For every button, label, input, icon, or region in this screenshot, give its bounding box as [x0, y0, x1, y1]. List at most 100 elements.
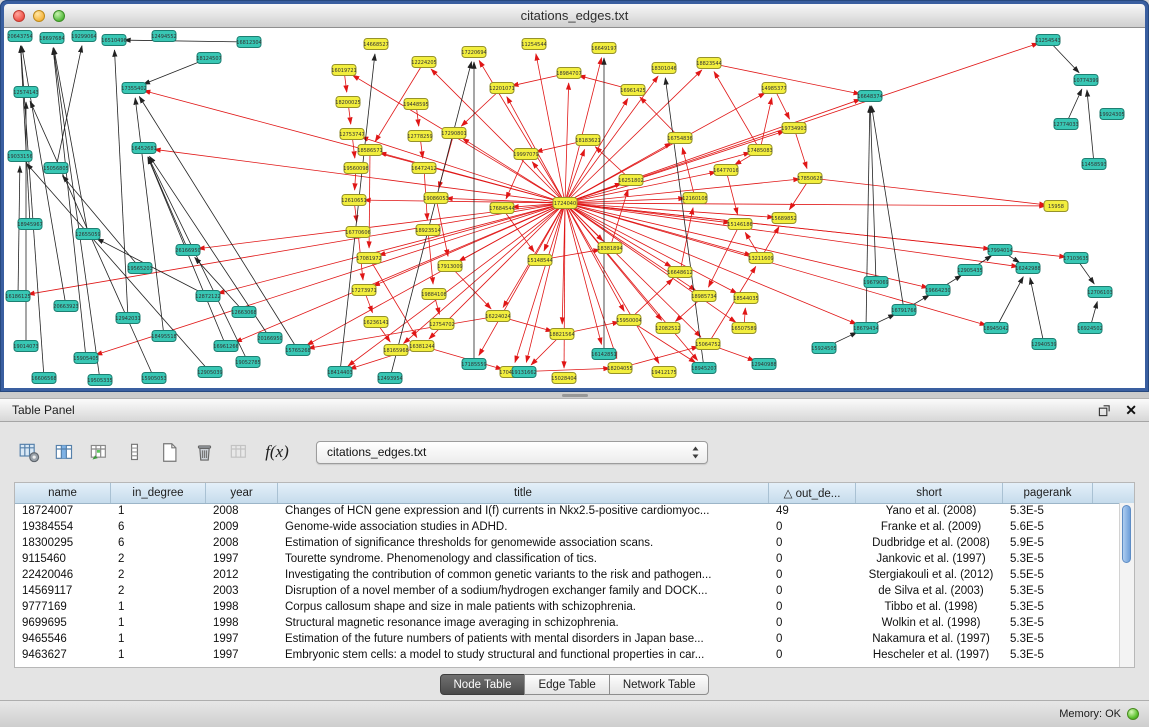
- network-node[interactable]: 26166950: [175, 245, 200, 256]
- network-edge[interactable]: [479, 61, 565, 203]
- edit-table-button[interactable]: [84, 438, 114, 466]
- network-node[interactable]: 17081972: [356, 253, 381, 264]
- network-edge[interactable]: [124, 40, 249, 42]
- network-edge[interactable]: [794, 128, 807, 168]
- network-edge[interactable]: [53, 48, 100, 380]
- network-node[interactable]: 19565203: [127, 263, 152, 274]
- network-node[interactable]: 14668527: [363, 39, 388, 50]
- tab-edge-table[interactable]: Edge Table: [524, 674, 609, 695]
- network-edge[interactable]: [22, 46, 66, 306]
- network-node[interactable]: 16251802: [618, 175, 643, 186]
- network-node[interactable]: 12872122: [195, 291, 220, 302]
- network-edge[interactable]: [565, 58, 602, 203]
- table-scrollbar[interactable]: [1119, 503, 1134, 667]
- network-node[interactable]: 12905039: [197, 367, 222, 378]
- network-node[interactable]: 12610651: [341, 195, 366, 206]
- new-table-button[interactable]: [154, 438, 184, 466]
- network-edge[interactable]: [810, 178, 1046, 205]
- network-node[interactable]: 15148544: [527, 255, 552, 266]
- network-node[interactable]: 18945207: [691, 363, 716, 374]
- network-edge[interactable]: [1030, 278, 1044, 344]
- network-node[interactable]: 17485083: [747, 145, 772, 156]
- network-node[interactable]: 18945967: [17, 219, 42, 230]
- network-node[interactable]: 17185559: [461, 359, 486, 370]
- network-node[interactable]: 11254544: [521, 39, 546, 50]
- network-edge[interactable]: [62, 176, 140, 268]
- network-node[interactable]: 12574143: [13, 87, 38, 98]
- network-node[interactable]: 11458593: [1081, 159, 1106, 170]
- table-row[interactable]: 977716911998Corpus callosum shape and si…: [15, 599, 1120, 615]
- table-row[interactable]: 969969511998Structural magnetic resonanc…: [15, 615, 1120, 631]
- network-node[interactable]: 15950004: [616, 315, 641, 326]
- network-node[interactable]: 17290801: [441, 128, 466, 139]
- network-node[interactable]: 18200025: [335, 97, 360, 108]
- network-node[interactable]: 18984707: [556, 68, 581, 79]
- network-node[interactable]: 18165968: [383, 345, 408, 356]
- network-edge[interactable]: [866, 106, 870, 328]
- tab-node-table[interactable]: Node Table: [440, 674, 526, 695]
- network-edge[interactable]: [565, 153, 750, 203]
- network-edge[interactable]: [532, 162, 565, 203]
- column-header-pagerank[interactable]: pagerank: [1003, 483, 1093, 503]
- network-node[interactable]: 15958: [1044, 201, 1068, 212]
- network-node[interactable]: 16924502: [1077, 323, 1102, 334]
- network-node[interactable]: 12753747: [339, 129, 364, 140]
- network-edge[interactable]: [565, 203, 624, 311]
- network-edge[interactable]: [870, 106, 876, 282]
- network-node[interactable]: 18544035: [733, 293, 758, 304]
- divider-handle-icon[interactable]: [562, 394, 588, 397]
- table-row[interactable]: 946362711997Embryonic stem cells: a mode…: [15, 647, 1120, 663]
- network-node[interactable]: 18381894: [597, 243, 622, 254]
- network-edge[interactable]: [353, 75, 565, 203]
- network-node[interactable]: 15064752: [695, 339, 720, 350]
- float-panel-icon[interactable]: [1098, 404, 1111, 417]
- network-edge[interactable]: [640, 97, 680, 138]
- tab-network-table[interactable]: Network Table: [609, 674, 710, 695]
- network-edge[interactable]: [28, 203, 565, 294]
- network-edge[interactable]: [629, 279, 673, 320]
- network-node[interactable]: 15146186: [727, 219, 752, 230]
- table-row[interactable]: 911546021997Tourette syndrome. Phenomeno…: [15, 551, 1120, 567]
- function-builder-button[interactable]: f(x): [259, 438, 295, 466]
- network-node[interactable]: 19560098: [343, 163, 368, 174]
- network-node[interactable]: 16961266: [213, 341, 238, 352]
- network-node[interactable]: 15689852: [771, 213, 796, 224]
- close-window-button[interactable]: [13, 10, 25, 22]
- network-node[interactable]: 12754702: [429, 319, 454, 330]
- minimize-window-button[interactable]: [33, 10, 45, 22]
- network-node[interactable]: 19997079: [513, 149, 538, 160]
- network-node[interactable]: 19052785: [235, 357, 260, 368]
- network-node[interactable]: 12663068: [231, 307, 256, 318]
- network-node[interactable]: 15905053: [141, 373, 166, 384]
- network-node[interactable]: 12942031: [115, 313, 140, 324]
- network-node[interactable]: 12940539: [1031, 339, 1056, 350]
- network-edge[interactable]: [135, 98, 164, 336]
- network-canvas[interactable]: 1724040162518021818362119997079176845441…: [4, 28, 1145, 388]
- network-edge[interactable]: [348, 203, 565, 366]
- network-node[interactable]: 18945042: [983, 323, 1008, 334]
- network-node[interactable]: 16754836: [667, 133, 692, 144]
- network-node[interactable]: 19505335: [87, 375, 112, 386]
- network-edge[interactable]: [139, 96, 298, 350]
- network-edge[interactable]: [1087, 90, 1094, 164]
- network-node[interactable]: 16606568: [31, 373, 56, 384]
- column-header-in_degree[interactable]: in_degree: [111, 483, 206, 503]
- network-node[interactable]: 16648612: [667, 267, 692, 278]
- network-node[interactable]: 20166950: [257, 333, 282, 344]
- table-select-dropdown[interactable]: citations_edges.txt: [316, 441, 708, 464]
- network-node[interactable]: 16242988: [1015, 263, 1040, 274]
- network-node[interactable]: 18985734: [691, 291, 716, 302]
- network-node[interactable]: 15028404: [551, 373, 576, 384]
- network-node[interactable]: 16224024: [485, 311, 510, 322]
- network-node[interactable]: 19448595: [403, 99, 428, 110]
- network-edge[interactable]: [996, 277, 1023, 328]
- network-node[interactable]: 12201071: [489, 83, 514, 94]
- network-edge[interactable]: [379, 203, 565, 255]
- network-node[interactable]: 18124507: [196, 53, 221, 64]
- network-node[interactable]: 20663923: [53, 301, 78, 312]
- network-node[interactable]: 1724040: [553, 198, 577, 209]
- network-node[interactable]: 16507589: [731, 323, 756, 334]
- network-graph[interactable]: 1724040162518021818362119997079176845441…: [4, 28, 1145, 388]
- network-node[interactable]: 17273971: [351, 285, 376, 296]
- network-node[interactable]: 18495518: [151, 331, 176, 342]
